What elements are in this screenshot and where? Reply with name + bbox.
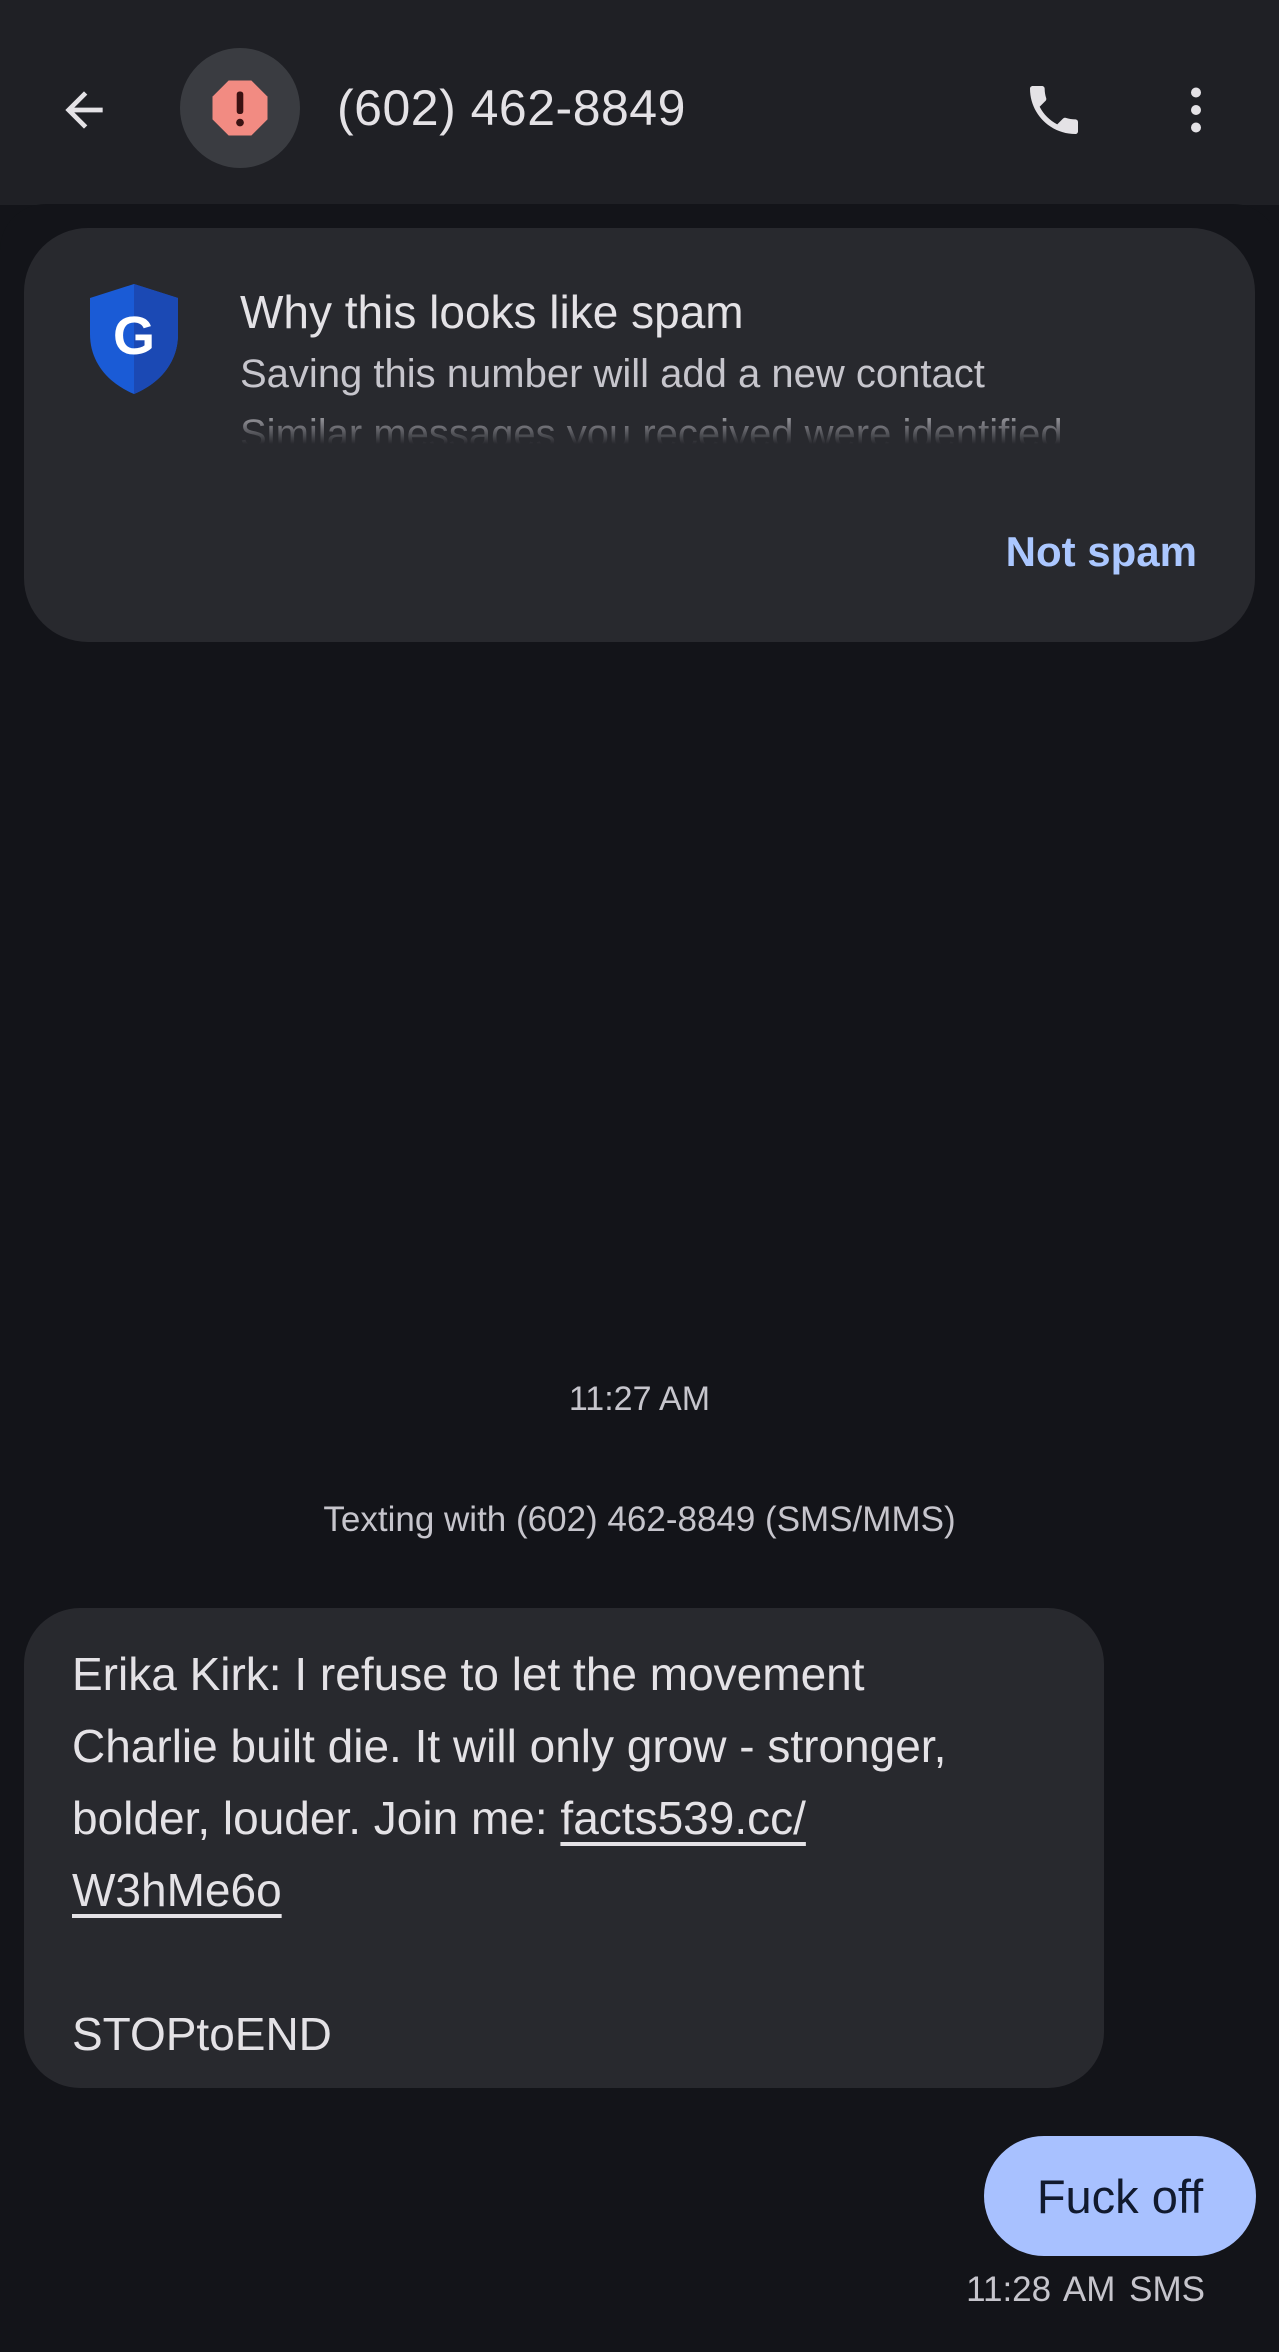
phone-icon (1030, 86, 1078, 134)
google-shield-icon: G (90, 284, 178, 394)
outgoing-time: 11:28 AM (966, 2270, 1116, 2309)
more-options-button[interactable] (1156, 66, 1236, 154)
message-line: W3hMe6o (72, 1854, 1056, 1926)
incoming-message-bubble[interactable]: Erika Kirk: I refuse to let the movement… (24, 1608, 1104, 2088)
message-line: bolder, louder. Join me: facts539.cc/ (72, 1782, 1056, 1854)
top-app-bar: (602) 462-8849 (0, 0, 1279, 205)
message-link-continued[interactable]: W3hMe6o (72, 1864, 282, 1916)
message-line: Charlie built die. It will only grow - s… (72, 1720, 947, 1772)
spam-reason: Saving this number will add a new contac… (240, 352, 985, 396)
message-link[interactable]: facts539.cc/ (560, 1792, 805, 1844)
arrow-back-icon (65, 91, 103, 129)
not-spam-button[interactable]: Not spam (1006, 522, 1197, 582)
back-button[interactable] (44, 70, 124, 150)
outgoing-message-bubble[interactable]: Fuck off (984, 2136, 1256, 2256)
contact-title: (602) 462-8849 (337, 80, 686, 136)
messages-screen: (602) 462-8849 G Why this looks like spa… (0, 0, 1279, 2352)
outgoing-type: SMS (1129, 2270, 1205, 2309)
call-button[interactable] (1010, 66, 1098, 154)
spam-warning-card: G Why this looks like spam Saving this n… (24, 228, 1255, 642)
message-timestamp: 11:27 AM (568, 1380, 711, 1418)
avatar[interactable] (180, 48, 300, 168)
message-text: bolder, louder. Join me: (72, 1792, 561, 1844)
spam-reason: Similar messages you received were ident… (240, 412, 1063, 444)
more-vert-icon (1191, 87, 1201, 133)
texting-with-label: Texting with (602) 462-8849 (SMS/MMS) (323, 1500, 956, 1539)
message-footer: STOPtoEND (72, 2008, 332, 2060)
outgoing-message-meta: 11:28 AM SMS (966, 2270, 1205, 2310)
spam-reasons: Saving this number will add a new contac… (240, 344, 1152, 444)
message-line: Erika Kirk: I refuse to let the movement (72, 1648, 865, 1700)
spam-card-title: Why this looks like spam (240, 286, 744, 338)
shield-letter: G (113, 306, 155, 366)
spam-warning-icon (212, 80, 268, 136)
